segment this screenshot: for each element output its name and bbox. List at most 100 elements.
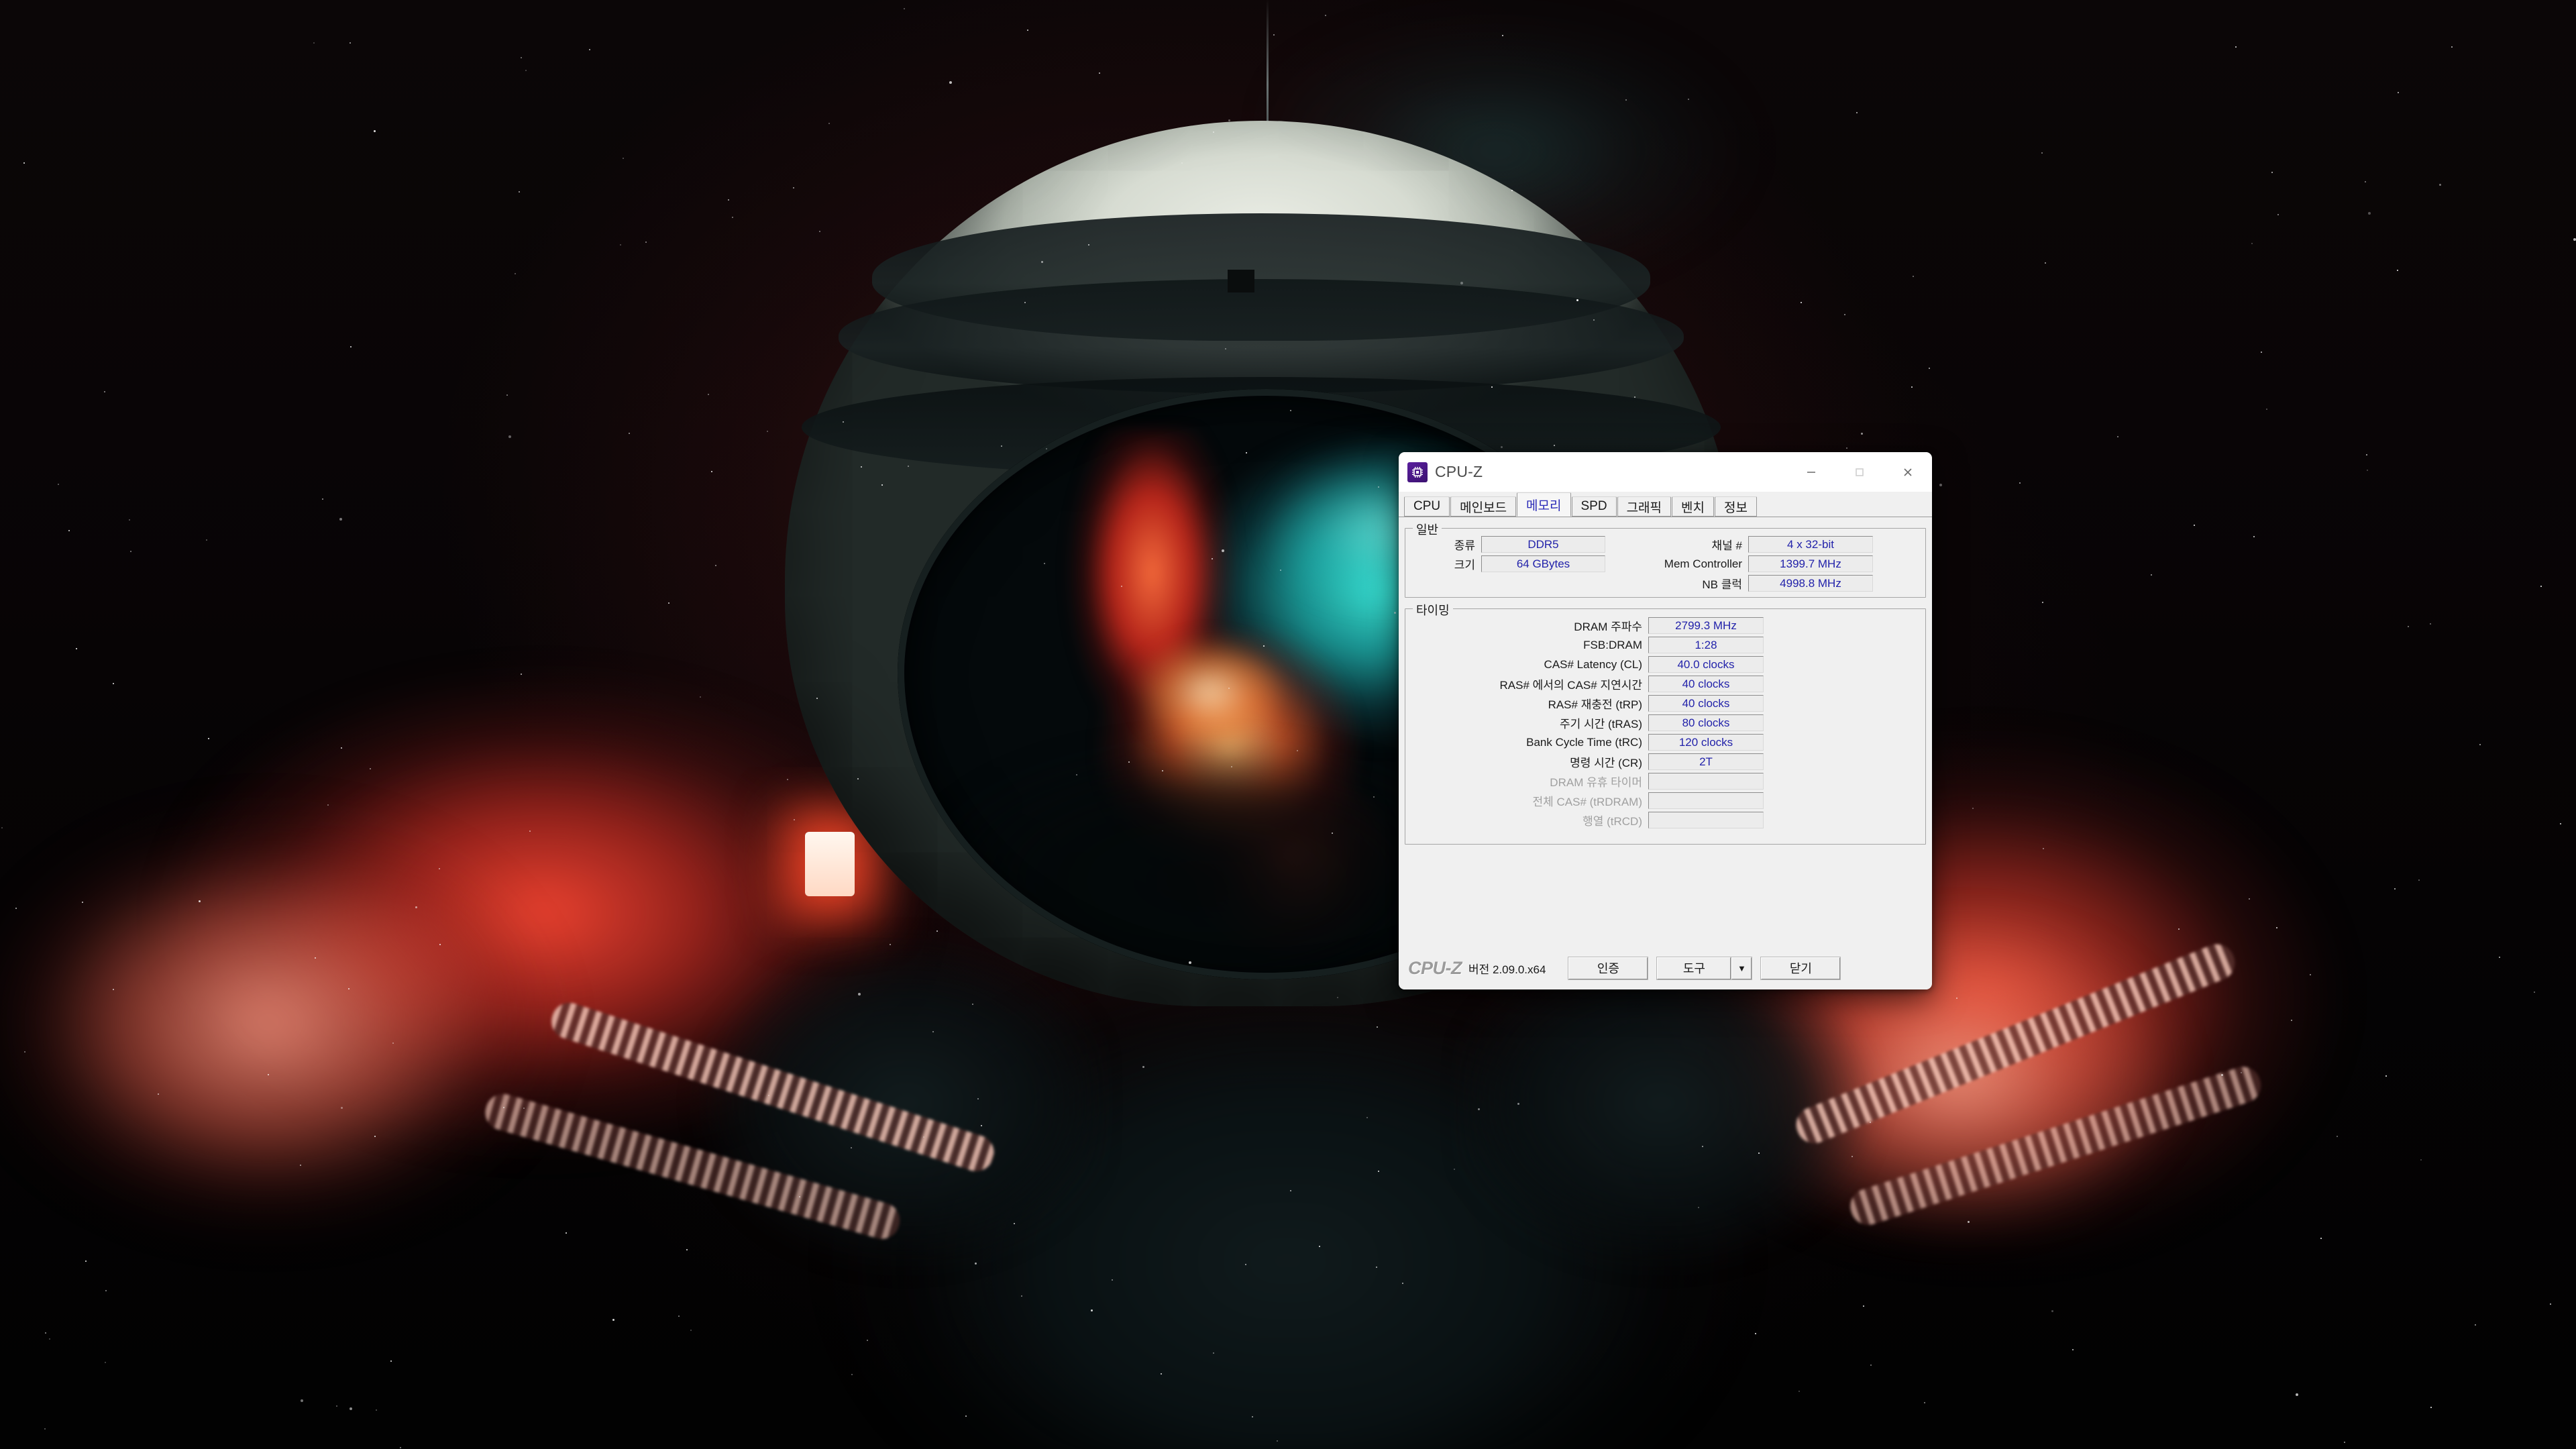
close-icon[interactable] [1884,452,1932,492]
star [1460,282,1463,284]
tab-item-3[interactable]: SPD [1571,496,1617,517]
star [1088,244,1089,246]
star [374,1136,376,1137]
star [521,674,522,675]
star [2430,1407,2432,1408]
star [1213,1352,1214,1354]
maximize-icon[interactable] [1835,452,1884,492]
star [1142,1066,1144,1068]
star [1181,162,1183,164]
star [1263,645,1265,647]
star [199,900,201,902]
star [2367,470,2368,471]
star [2337,1136,2338,1137]
star [439,868,440,869]
tools-button[interactable]: 도구 [1657,957,1731,979]
tab-item-4[interactable]: 그래픽 [1617,496,1672,517]
star [690,1330,692,1331]
star [1576,299,1578,301]
version-label: 버전 2.09.0.x64 [1468,963,1546,976]
star [68,530,70,531]
tab-label: 정보 [1724,500,1748,515]
star [851,1374,853,1375]
star [392,1042,394,1044]
close-button[interactable]: 닫기 [1761,957,1841,979]
star [49,1338,50,1340]
tab-item-0[interactable]: CPU [1404,496,1450,517]
star [1702,1146,1703,1147]
tab-item-6[interactable]: 정보 [1715,496,1757,517]
star [932,1031,934,1032]
star [2194,525,2195,526]
star [1273,34,1275,36]
star [1502,35,1503,36]
star [711,471,712,472]
star [1373,796,1375,798]
cpuz-window[interactable]: CPU-Z CPU 메인보드 메모리 SPD 그래픽 벤치 정보 일반 종류 D… [1399,452,1932,989]
star [390,1360,392,1362]
star [1861,433,1863,435]
timing-label: 주기 시간 (tRAS) [1559,718,1642,731]
star [977,1098,979,1099]
tab-label: 벤치 [1681,500,1705,515]
star [1634,396,1635,398]
tab-item-5[interactable]: 벤치 [1672,496,1714,517]
star [1228,688,1230,689]
star [105,1362,106,1363]
star [2235,46,2237,48]
tab-panel-memory: 일반 종류 DDR5 채널 # 4 x 32-bit 크기 64 GBytes … [1399,517,1932,947]
star [2042,602,2043,603]
star [1870,1122,1871,1123]
star [503,1107,504,1108]
general-group: 일반 종류 DDR5 채널 # 4 x 32-bit 크기 64 GBytes … [1405,521,1926,598]
window-controls[interactable] [1787,452,1932,492]
star [1021,1295,1022,1297]
star [1863,1305,1864,1307]
star [1366,1117,1368,1118]
timing-label: RAS# 에서의 CAS# 지연시간 [1499,679,1642,692]
star [2043,848,2044,849]
window-titlebar[interactable]: CPU-Z [1399,452,1932,492]
star [1801,302,1802,303]
star [2178,928,2180,930]
timing-label: Bank Cycle Time (tRC) [1526,735,1642,749]
star [2271,172,2273,173]
star [1245,1264,1246,1265]
star [525,70,527,71]
star [2368,212,2371,215]
star [858,993,861,996]
star [350,346,352,347]
minimize-icon[interactable] [1787,452,1835,492]
star [1856,112,1858,113]
star [85,1260,87,1262]
star [2249,898,2250,900]
desktop[interactable]: CPU-Z CPU 메인보드 메모리 SPD 그래픽 벤치 정보 일반 종류 D… [0,0,2576,1449]
validate-button[interactable]: 인증 [1568,957,1648,979]
star [1099,72,1100,74]
star [1252,1416,1253,1417]
star [1402,1283,1403,1284]
star [2439,184,2441,186]
star [1378,1171,1379,1172]
timing-label: 전체 CAS# (tRDRAM) [1532,796,1642,808]
tab-item-1[interactable]: 메인보드 [1450,496,1517,517]
star [1478,1108,1480,1110]
star [268,1074,269,1075]
chevron-down-icon[interactable]: ▼ [1731,957,1752,979]
star [629,433,630,434]
tab-label: 메인보드 [1460,500,1507,515]
star [2499,957,2500,958]
timing-label: FSB:DRAM [1583,638,1642,651]
star [851,1147,852,1148]
star [2276,927,2277,928]
star [529,830,531,832]
timing-group: 타이밍 DRAM 주파수 2799.3 MHz FSB:DRAM 1:28 CAS# L… [1405,601,1926,845]
star [1121,586,1122,587]
tab-memory-active[interactable]: 메모리 [1517,492,1571,517]
star [668,602,669,604]
star [2296,1393,2298,1396]
star [313,42,315,44]
tab-bar[interactable]: CPU 메인보드 메모리 SPD 그래픽 벤치 정보 [1399,492,1932,517]
star [700,696,701,698]
star [2560,823,2561,824]
